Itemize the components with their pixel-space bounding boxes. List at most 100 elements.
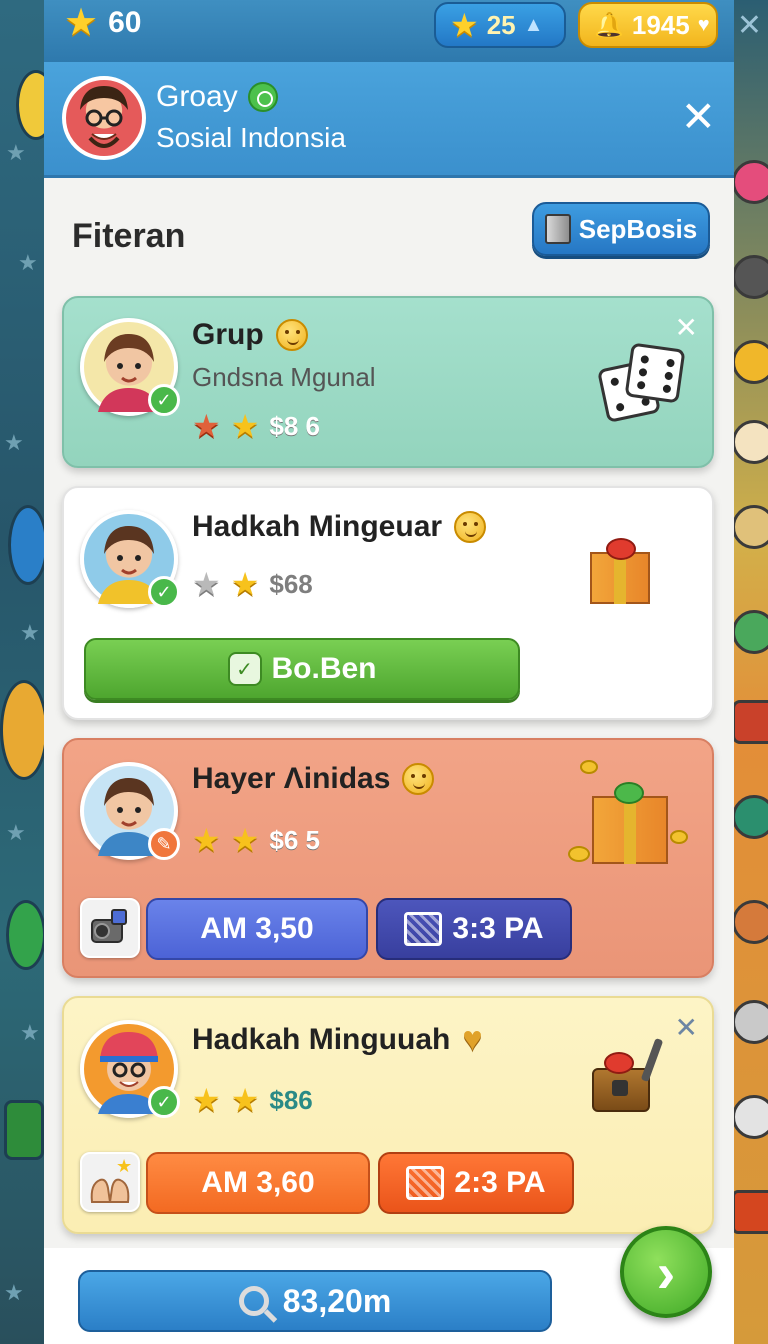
close-icon[interactable]: ✕ bbox=[675, 1014, 698, 1042]
section-action-button[interactable]: SepBosis bbox=[532, 202, 710, 256]
badge-icon: ✎ bbox=[148, 828, 180, 860]
next-button[interactable]: › bbox=[620, 1226, 712, 1318]
am-time-label: AM 3,50 bbox=[200, 912, 314, 945]
star-counter: ★ 60 bbox=[64, 4, 141, 42]
star-icon: ★ bbox=[20, 1020, 40, 1045]
background-left: ★ ★ ★ ★ ★ ★ ★ bbox=[0, 0, 56, 1344]
arrow-up-icon: ▲ bbox=[523, 13, 544, 36]
star-icon: ★ bbox=[192, 1082, 221, 1118]
star-icon: ★ bbox=[64, 2, 99, 44]
close-icon[interactable]: ✕ bbox=[675, 314, 698, 342]
dice-icon bbox=[596, 342, 686, 426]
card-title: Hadkah Mingeuar bbox=[192, 510, 487, 544]
side-player-avatar[interactable] bbox=[732, 160, 768, 204]
box-icon bbox=[406, 1166, 445, 1200]
star-icon: ★ bbox=[230, 408, 260, 444]
card-title: Hadkah Minguuah ♥ bbox=[192, 1020, 483, 1059]
pa-time-button[interactable]: 3:3 PA bbox=[376, 898, 572, 960]
user-name-text: Groay bbox=[156, 80, 238, 113]
star-count: 60 bbox=[108, 6, 142, 39]
side-player-avatar[interactable] bbox=[732, 1000, 768, 1044]
heart-icon: ♥ bbox=[697, 13, 710, 36]
card-title: Grup bbox=[192, 318, 308, 352]
avatar: ✎ bbox=[80, 762, 180, 860]
side-player-avatar[interactable] bbox=[732, 340, 768, 384]
check-icon: ✓ bbox=[148, 384, 180, 416]
gift-icon bbox=[580, 528, 660, 608]
camera-icon bbox=[91, 909, 127, 943]
user-avatar[interactable] bbox=[62, 76, 146, 160]
card-title-text: Hadkah Minguuah bbox=[192, 1022, 451, 1056]
rating: ★ ★ $6 5 bbox=[192, 824, 320, 856]
smiley-icon bbox=[402, 763, 435, 795]
list-item[interactable]: ✎ Hayer Λinidas ★ ★ $6 5 AM 3,50 3:3 PA bbox=[62, 738, 714, 978]
camera-thumbnail[interactable] bbox=[80, 898, 140, 958]
search-button[interactable]: 83,20m bbox=[78, 1270, 552, 1332]
price: $8 6 bbox=[269, 410, 320, 441]
avatar-face-icon bbox=[80, 86, 128, 148]
side-player-avatar[interactable] bbox=[732, 1190, 768, 1234]
card-title-text: Hayer Λinidas bbox=[192, 762, 391, 795]
section-action-label: SepBosis bbox=[578, 213, 698, 244]
side-player-avatar[interactable] bbox=[732, 700, 768, 744]
currency-pill-coins[interactable]: 🔔 1945 ♥ bbox=[578, 2, 718, 48]
game-token bbox=[8, 505, 48, 585]
book-icon bbox=[544, 214, 571, 244]
currency-pill-stars[interactable]: ★ 25 ▲ bbox=[434, 2, 566, 48]
social-panel: Groay Sosial Indonsia ✕ Fiteran SepBosis… bbox=[44, 62, 734, 1344]
pa-time-label: 2:3 PA bbox=[454, 1166, 546, 1199]
star-icon: ★ bbox=[230, 1082, 260, 1118]
claim-button-label: Bo.Ben bbox=[271, 652, 377, 685]
close-icon[interactable]: ✕ bbox=[681, 96, 716, 138]
star-icon: ★ bbox=[192, 822, 221, 858]
card-title: Hayer Λinidas bbox=[192, 762, 435, 796]
star-icon: ★ bbox=[192, 408, 221, 444]
price: $86 bbox=[269, 1084, 313, 1115]
claim-button[interactable]: ✓ Bo.Ben bbox=[84, 638, 520, 700]
side-player-avatar[interactable] bbox=[732, 505, 768, 549]
side-player-avatar[interactable] bbox=[732, 610, 768, 654]
side-player-avatar[interactable] bbox=[732, 900, 768, 944]
star-icon: ★ bbox=[230, 822, 260, 858]
check-icon: ✓ bbox=[148, 576, 180, 608]
pa-time-button[interactable]: 2:3 PA bbox=[378, 1152, 574, 1214]
price: $68 bbox=[269, 568, 313, 599]
side-player-avatar[interactable] bbox=[732, 795, 768, 839]
list-item[interactable]: ✓ Hadkah Mingeuar ★ ★ $68 ✓ Bo.Ben bbox=[62, 486, 714, 720]
list-item[interactable]: ✓ Hadkah Minguuah ♥ ★ ★ $86 ✕ ★ AM 3,60 bbox=[62, 996, 714, 1234]
side-player-avatar[interactable] bbox=[732, 1095, 768, 1139]
am-time-button[interactable]: AM 3,50 bbox=[146, 898, 368, 960]
rating: ★ ★ $8 6 bbox=[192, 410, 320, 442]
pa-time-label: 3:3 PA bbox=[452, 912, 544, 945]
avatar: ✓ bbox=[80, 318, 180, 416]
bell-icon: 🔔 bbox=[594, 11, 624, 39]
gift-icon bbox=[568, 760, 688, 870]
game-token bbox=[0, 680, 48, 780]
top-status-bar: ★ 60 ★ 25 ▲ 🔔 1945 ♥ bbox=[44, 0, 734, 62]
user-name: Groay bbox=[156, 80, 278, 114]
coin-amount: 1945 bbox=[631, 9, 690, 40]
check-icon: ✓ bbox=[148, 1086, 180, 1118]
smiley-icon bbox=[275, 319, 308, 351]
chevron-right-icon: › bbox=[656, 1240, 676, 1304]
am-time-button[interactable]: AM 3,60 bbox=[146, 1152, 370, 1214]
chat-icon bbox=[247, 82, 278, 112]
svg-text:★: ★ bbox=[116, 1156, 132, 1177]
section-title: Fiteran bbox=[72, 217, 186, 255]
side-player-avatar[interactable] bbox=[732, 420, 768, 464]
hands-icon: ★ bbox=[90, 1156, 132, 1203]
star-icon: ★ bbox=[6, 820, 26, 845]
currency-amount: 25 bbox=[486, 9, 516, 40]
user-subtitle: Sosial Indonsia bbox=[156, 122, 346, 153]
treasure-box-icon bbox=[582, 1037, 672, 1118]
star-icon: ★ bbox=[192, 566, 221, 602]
rating: ★ ★ $68 bbox=[192, 568, 313, 600]
avatar: ✓ bbox=[80, 1020, 180, 1118]
check-icon: ✓ bbox=[227, 652, 262, 686]
side-player-avatar[interactable] bbox=[732, 255, 768, 299]
smiley-icon bbox=[454, 511, 487, 543]
hands-thumbnail[interactable]: ★ bbox=[80, 1152, 140, 1212]
background-close-icon[interactable]: ✕ bbox=[737, 8, 762, 43]
list-item[interactable]: ✓ Grup Gndsna Mgunal ★ ★ $8 6 ✕ bbox=[62, 296, 714, 468]
star-icon: ★ bbox=[450, 7, 479, 43]
